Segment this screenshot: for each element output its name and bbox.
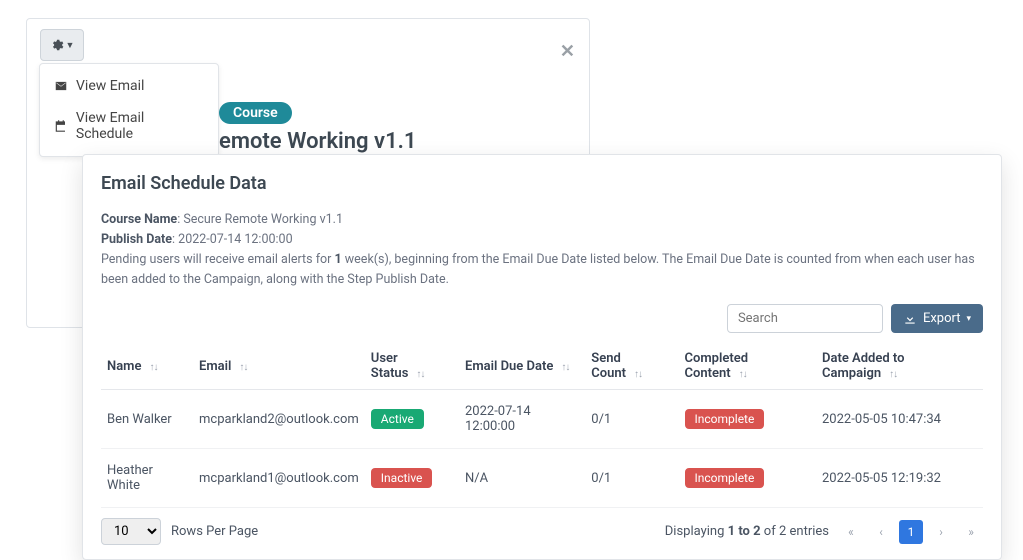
col-completed[interactable]: Completed Content↑↓ xyxy=(679,343,817,390)
download-icon xyxy=(903,312,917,326)
cell-completed: Incomplete xyxy=(679,449,817,508)
displaying-pre: Displaying xyxy=(665,524,728,539)
sort-icon: ↑↓ xyxy=(634,369,642,380)
col-send[interactable]: Send Count ↑↓ xyxy=(585,343,678,390)
menu-view-email-label: View Email xyxy=(76,78,144,94)
menu-view-email-schedule[interactable]: View Email Schedule xyxy=(40,102,218,150)
menu-view-email-schedule-label: View Email Schedule xyxy=(76,110,204,142)
cell-send: 0/1 xyxy=(585,390,678,449)
table-row: Ben Walkermcparkland2@outlook.com Active 2… xyxy=(101,390,983,449)
calendar-icon xyxy=(54,119,68,133)
cell-added: 2022-05-05 10:47:34 xyxy=(816,390,983,449)
table-footer: 10 Rows Per Page Displaying 1 to 2 of 2 … xyxy=(101,518,983,545)
course-name-label: Course Name xyxy=(101,212,177,227)
col-name[interactable]: Name ↑↓ xyxy=(101,343,193,390)
pending-text-pre: Pending users will receive email alerts … xyxy=(101,252,335,267)
cell-send: 0/1 xyxy=(585,449,678,508)
cell-due: 2022-07-14 12:00:00 xyxy=(459,390,585,449)
sort-icon: ↑↓ xyxy=(739,369,747,380)
cell-due: N/A xyxy=(459,449,585,508)
course-name-value: Secure Remote Working v1.1 xyxy=(183,212,343,227)
col-email[interactable]: Email ↑↓ xyxy=(193,343,365,390)
cell-name: Ben Walker xyxy=(101,390,193,449)
pager-prev[interactable]: ‹ xyxy=(869,520,893,544)
course-title: emote Working v1.1 xyxy=(219,129,416,154)
status-badge: Active xyxy=(371,409,424,429)
cell-completed: Incomplete xyxy=(679,390,817,449)
completed-badge: Incomplete xyxy=(685,468,765,488)
menu-view-email[interactable]: View Email xyxy=(40,70,218,102)
sort-icon: ↑↓ xyxy=(149,362,157,373)
col-status[interactable]: User Status ↑↓ xyxy=(365,343,459,390)
pager-first[interactable]: « xyxy=(839,520,863,544)
pager: « ‹ 1 › » xyxy=(839,520,983,544)
col-email-label: Email xyxy=(199,359,231,374)
rows-per-page: 10 Rows Per Page xyxy=(101,518,258,545)
table-row: Heather Whitemcparkland1@outlook.com Inac… xyxy=(101,449,983,508)
col-name-label: Name xyxy=(107,359,141,374)
pager-page-1[interactable]: 1 xyxy=(899,520,923,544)
cell-status: Inactive xyxy=(365,449,459,508)
rows-per-page-select[interactable]: 10 xyxy=(101,518,161,545)
panel-heading: Email Schedule Data xyxy=(101,173,983,194)
cell-email: mcparkland2@outlook.com xyxy=(193,390,365,449)
pagination-area: Displaying 1 to 2 of 2 entries « ‹ 1 › » xyxy=(665,520,983,544)
col-due[interactable]: Email Due Date ↑↓ xyxy=(459,343,585,390)
search-input[interactable] xyxy=(727,304,883,333)
pager-last[interactable]: » xyxy=(959,520,983,544)
envelope-icon xyxy=(54,79,68,93)
status-badge: Inactive xyxy=(371,468,433,488)
displaying-post: of 2 entries xyxy=(761,524,829,539)
publish-date-label: Publish Date xyxy=(101,232,172,247)
email-schedule-panel: Email Schedule Data Course Name: Secure … xyxy=(82,154,1002,560)
close-icon[interactable]: ✕ xyxy=(560,41,575,62)
cell-email: mcparkland1@outlook.com xyxy=(193,449,365,508)
rows-per-page-label: Rows Per Page xyxy=(171,524,258,539)
sort-icon: ↑↓ xyxy=(889,369,897,380)
displaying-range: 1 to 2 xyxy=(728,524,761,539)
cell-status: Active xyxy=(365,390,459,449)
table-toolbar: Export ▾ xyxy=(101,304,983,333)
col-send-label: Send Count xyxy=(591,351,626,381)
sort-icon: ↑↓ xyxy=(561,362,569,373)
gear-dropdown-button[interactable]: ▼ xyxy=(40,29,84,61)
col-status-label: User Status xyxy=(371,351,409,381)
cell-added: 2022-05-05 12:19:32 xyxy=(816,449,983,508)
gear-icon xyxy=(50,38,64,52)
completed-badge: Incomplete xyxy=(685,409,765,429)
gear-dropdown-menu: View Email View Email Schedule xyxy=(39,63,219,157)
schedule-table: Name ↑↓ Email ↑↓ User Status ↑↓ Email Due D… xyxy=(101,343,983,508)
export-label: Export xyxy=(923,311,961,326)
pending-weeks: 1 xyxy=(335,252,342,267)
export-button[interactable]: Export ▾ xyxy=(891,304,983,333)
col-added[interactable]: Date Added to Campaign↑↓ xyxy=(816,343,983,390)
chevron-down-icon: ▾ xyxy=(966,314,971,324)
entries-text: Displaying 1 to 2 of 2 entries xyxy=(665,524,829,539)
cell-name: Heather White xyxy=(101,449,193,508)
sort-icon: ↑↓ xyxy=(416,369,424,380)
panel-meta: Course Name: Secure Remote Working v1.1 … xyxy=(101,210,983,290)
course-badge: Course xyxy=(219,102,292,124)
caret-down-icon: ▼ xyxy=(66,40,75,51)
col-due-label: Email Due Date xyxy=(465,359,553,374)
publish-date-value: 2022-07-14 12:00:00 xyxy=(178,232,292,247)
pager-next[interactable]: › xyxy=(929,520,953,544)
sort-icon: ↑↓ xyxy=(239,362,247,373)
